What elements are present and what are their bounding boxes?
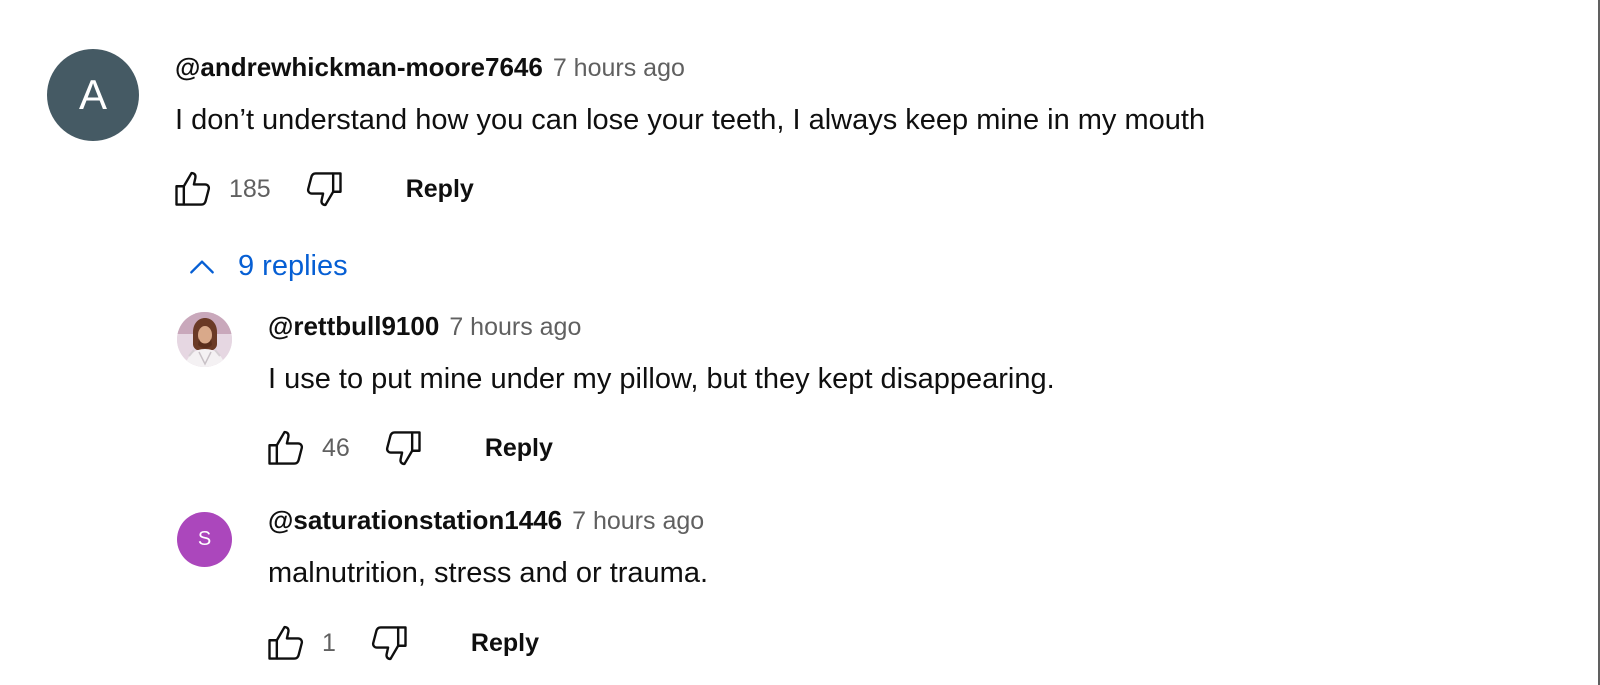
avatar[interactable]: S <box>177 512 232 567</box>
like-count: 1 <box>322 628 336 657</box>
reply-header: @rettbull9100 7 hours ago <box>268 311 581 342</box>
like-button[interactable] <box>171 167 215 211</box>
thumbs-up-icon <box>268 625 304 660</box>
comment-author[interactable]: @andrewhickman-moore7646 <box>175 52 543 83</box>
reply-actions: 46 Reply <box>264 426 553 470</box>
avatar[interactable] <box>177 312 232 367</box>
thumbs-down-icon <box>385 431 421 466</box>
like-button[interactable] <box>264 621 308 665</box>
like-count: 185 <box>229 174 271 203</box>
reply-time[interactable]: 7 hours ago <box>572 507 704 536</box>
dislike-button[interactable] <box>302 167 346 211</box>
reply-button[interactable]: Reply <box>406 175 474 204</box>
like-count: 46 <box>322 433 350 462</box>
comment-header: @andrewhickman-moore7646 7 hours ago <box>175 52 685 83</box>
chevron-up-icon <box>190 259 214 274</box>
reply-button[interactable]: Reply <box>485 434 553 463</box>
thumbs-up-icon <box>268 430 304 465</box>
profile-photo <box>177 312 232 367</box>
thumbs-up-icon <box>175 171 211 206</box>
replies-toggle-button[interactable]: 9 replies <box>186 250 348 283</box>
reply-author[interactable]: @rettbull9100 <box>268 311 439 342</box>
comment-time[interactable]: 7 hours ago <box>553 54 685 83</box>
like-button[interactable] <box>264 426 308 470</box>
reply-author[interactable]: @saturationstation1446 <box>268 505 562 536</box>
reply-actions: 1 Reply <box>264 621 539 665</box>
replies-count-label: 9 replies <box>238 250 348 282</box>
reply-time[interactable]: 7 hours ago <box>449 313 581 342</box>
avatar[interactable]: A <box>47 49 139 141</box>
dislike-button[interactable] <box>381 426 425 470</box>
comment-text: I don’t understand how you can lose your… <box>175 104 1206 136</box>
thumbs-down-icon <box>306 172 342 207</box>
comment-actions: 185 Reply <box>171 167 474 211</box>
thumbs-down-icon <box>371 626 407 661</box>
reply-header: @saturationstation1446 7 hours ago <box>268 505 704 536</box>
avatar-letter: S <box>197 528 212 550</box>
reply-text: malnutrition, stress and or trauma. <box>268 557 709 589</box>
dislike-button[interactable] <box>367 621 411 665</box>
reply-button[interactable]: Reply <box>471 629 539 658</box>
avatar-letter: A <box>78 71 107 118</box>
reply-text: I use to put mine under my pillow, but t… <box>268 363 1055 395</box>
